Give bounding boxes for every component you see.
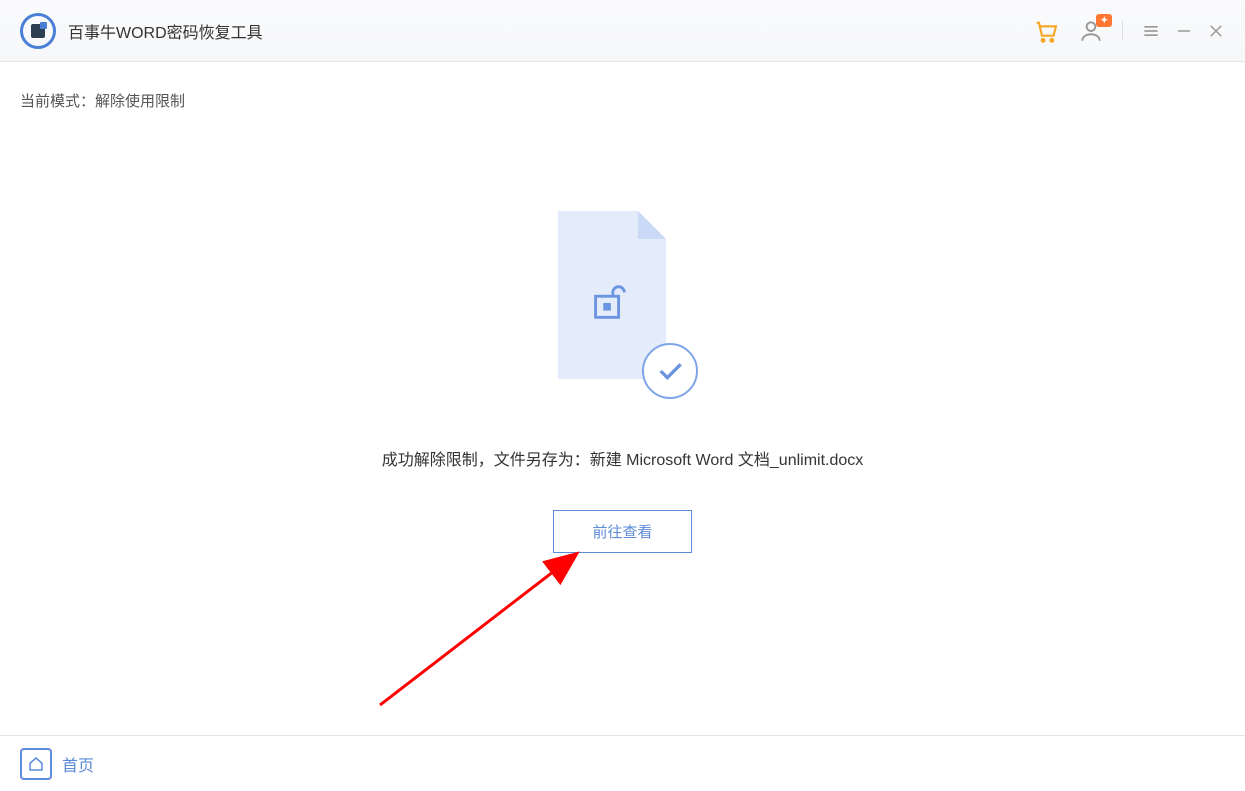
mode-label-text: 当前模式： (20, 93, 95, 110)
close-icon[interactable] (1207, 22, 1225, 40)
home-link[interactable]: 首页 (20, 748, 94, 780)
content-area: 成功解除限制，文件另存为：新建 Microsoft Word 文档_unlimi… (0, 111, 1245, 553)
footer-bar: 首页 (0, 735, 1245, 791)
menu-icon[interactable] (1141, 21, 1161, 41)
mode-value: 解除使用限制 (95, 93, 185, 110)
title-bar: 百事牛WORD密码恢复工具 ✦ (0, 0, 1245, 62)
window-controls (1141, 21, 1225, 41)
title-right-group: ✦ (1032, 17, 1225, 45)
view-file-button[interactable]: 前往查看 (553, 510, 691, 553)
mode-label: 当前模式：解除使用限制 (20, 93, 185, 110)
title-left-group: 百事牛WORD密码恢复工具 (20, 13, 263, 49)
checkmark-circle-icon (642, 343, 698, 399)
user-badge-icon: ✦ (1096, 14, 1112, 27)
user-icon[interactable]: ✦ (1078, 18, 1104, 44)
home-label: 首页 (62, 752, 94, 776)
success-prefix: 成功解除限制，文件另存为： (382, 452, 590, 469)
annotation-arrow (365, 540, 595, 720)
minimize-icon[interactable] (1175, 22, 1193, 40)
unlock-icon (586, 279, 632, 330)
output-filename: 新建 Microsoft Word 文档_unlimit.docx (590, 452, 864, 469)
mode-bar: 当前模式：解除使用限制 (0, 62, 1245, 111)
document-unlock-illustration (558, 211, 688, 391)
app-logo-icon (20, 13, 56, 49)
success-message: 成功解除限制，文件另存为：新建 Microsoft Word 文档_unlimi… (382, 446, 864, 470)
cart-icon[interactable] (1032, 17, 1060, 45)
home-icon (20, 748, 52, 780)
toolbar-divider (1122, 21, 1123, 41)
app-title: 百事牛WORD密码恢复工具 (68, 19, 263, 43)
